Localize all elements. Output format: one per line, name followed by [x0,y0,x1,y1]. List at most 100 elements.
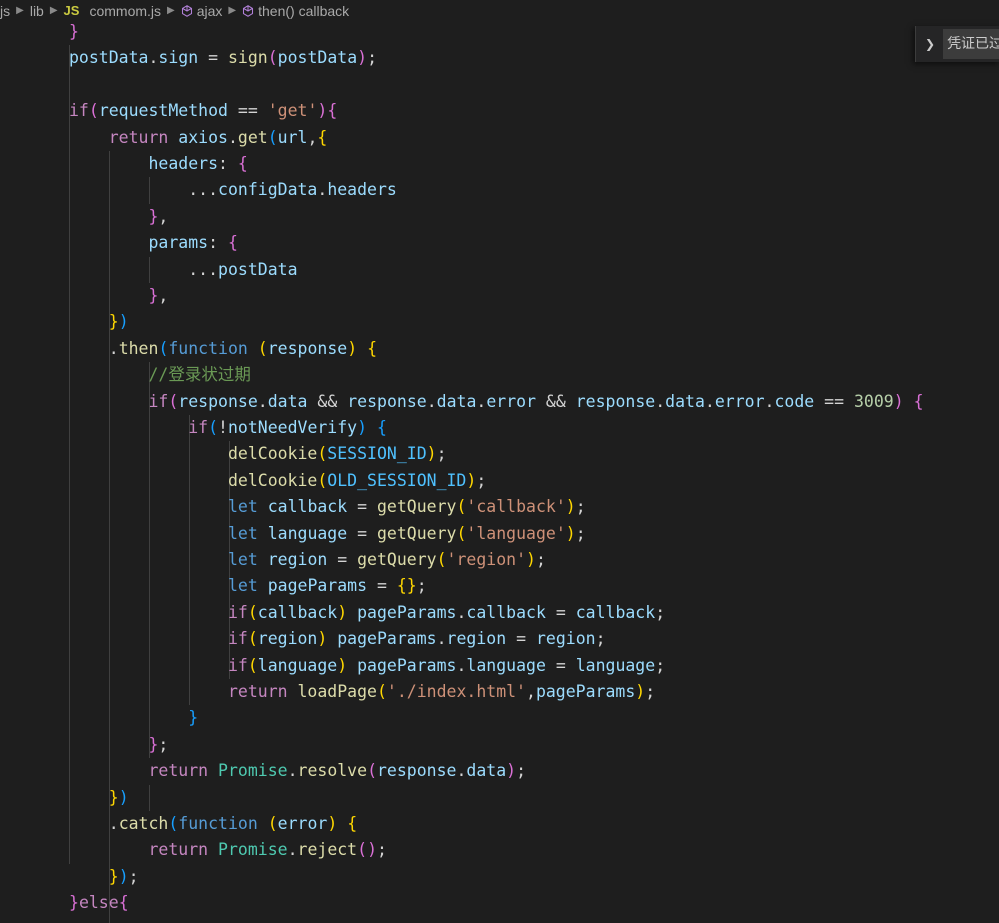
code-token: . [148,48,159,68]
code-line: ...postData [69,257,297,283]
code-token: ) [118,312,129,332]
code-token: get [237,127,268,147]
code-token: requestMethod [98,101,228,121]
code-token: . [227,127,238,147]
code-token: = [347,523,377,543]
chevron-right-icon: ▶ [16,5,24,16]
method-cube-icon [181,4,192,17]
code-token: response [267,338,348,358]
code-token: && [307,391,348,411]
code-token: . [287,840,298,860]
code-line: }, [69,204,168,230]
code-token: sign [158,48,199,68]
code-token: ( [257,338,268,358]
code-token: ( [208,418,219,437]
code-line: let callback = getQuery('callback'); [69,494,586,520]
code-token: ; [516,761,527,781]
code-token: ) [357,418,368,437]
code-token: url [277,127,308,147]
breadcrumb-item-file[interactable]: JS commom.js [64,3,161,19]
code-token: if [227,655,248,675]
code-token: == [814,391,854,411]
code-token: delCookie [227,470,318,490]
code-line: } [69,21,79,45]
code-line: let region = getQuery('region'); [69,547,546,573]
code-token: callback [575,602,656,622]
code-token: ( [317,470,328,490]
code-line: delCookie(SESSION_ID); [69,441,447,467]
code-token: './index.html' [386,682,526,701]
code-token: data [466,761,507,781]
code-token: = [506,629,536,649]
code-token: ) [317,101,328,121]
code-line: if(callback) pageParams.callback = callb… [69,600,665,626]
code-token: ) [426,444,437,464]
code-token: ( [376,682,387,701]
code-line: let language = getQuery('language'); [69,521,586,547]
code-token: ; [377,840,387,860]
code-token: data [267,391,308,411]
breadcrumb-item-symbol-ajax[interactable]: ajax [181,3,222,19]
code-token: } [148,206,159,226]
code-token: ) [635,682,646,701]
code-token: {} [396,576,417,596]
code-line: }) [69,309,129,335]
code-token: ; [575,523,586,543]
code-token: ; [655,602,666,622]
code-token: ; [436,444,447,464]
breadcrumb-item-symbol-then[interactable]: then() callback [242,3,349,19]
code-token: , [158,206,169,226]
code-token: ( [367,761,377,781]
code-token: } [148,286,159,305]
chevron-right-icon: ▶ [49,5,58,16]
code-token: callback [267,497,348,517]
code-line: }else{ [69,890,129,916]
code-token: return [148,761,209,781]
code-editor[interactable]: } postData.sign = sign(postData); if(reque… [0,21,999,923]
code-token: , [158,286,169,305]
breadcrumb-label: lib [29,2,44,19]
code-line: if(requestMethod == 'get'){ [69,98,337,124]
code-token: ; [535,550,546,569]
code-token: } [188,708,199,728]
chevron-right-icon[interactable]: ❯ [925,37,935,51]
code-token: data [665,391,705,411]
code-token: ) [317,629,328,649]
code-token: ; [367,48,378,68]
code-token: error [714,391,765,411]
code-token: { [913,391,924,411]
code-token: sign [227,48,268,68]
code-token: . [476,391,487,411]
code-token: getQuery [377,523,457,543]
code-line: if(language) pageParams.language = langu… [69,653,665,679]
code-token: = [198,48,228,68]
code-token: return [108,127,169,147]
code-token: ) [565,523,576,543]
code-line: return Promise.reject(); [69,837,387,863]
code-token: { [347,814,358,833]
notification-toast[interactable]: ❯ 凭证已过 [915,26,999,62]
breadcrumb-item-folder-lib[interactable]: lib [30,3,44,19]
code-token: { [237,154,248,173]
code-token: 'get' [267,101,318,121]
code-token: ( [456,497,467,517]
code-token: . [436,629,447,649]
code-token: language [267,523,348,543]
code-line: if(response.data && response.data.error … [69,389,924,415]
code-token: { [227,233,238,253]
code-token: : [218,154,238,173]
breadcrumb-item-folder-js[interactable]: js [0,3,10,19]
code-token: axios [178,127,228,147]
